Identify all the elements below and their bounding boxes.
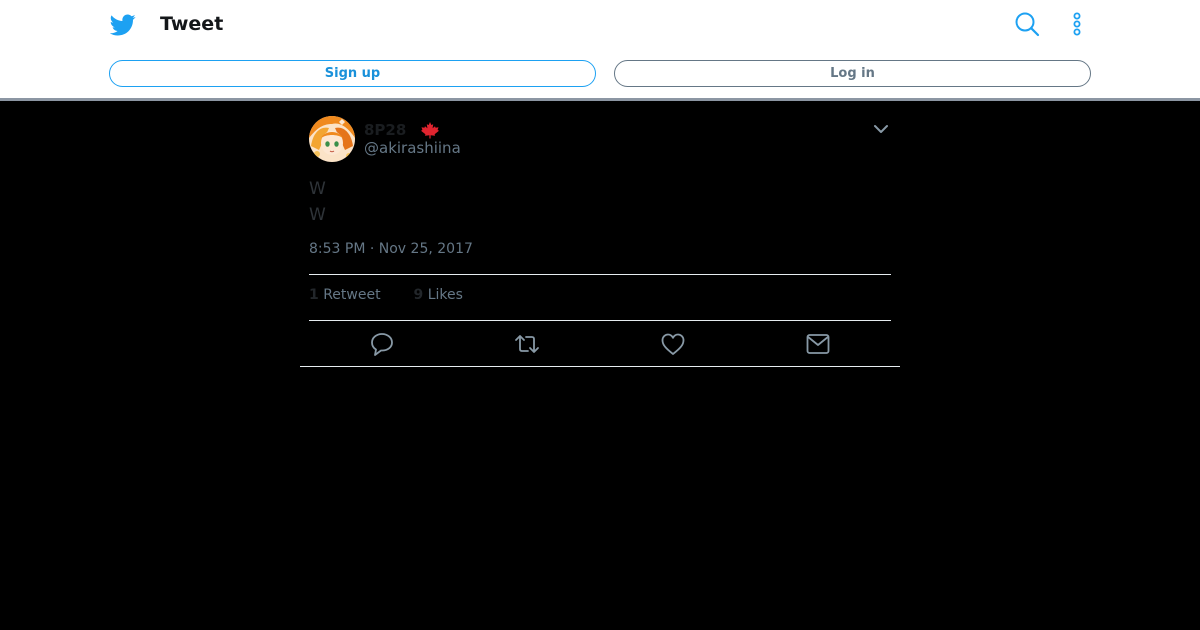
tweet-bottom-divider	[300, 366, 900, 367]
twitter-bird-icon[interactable]	[110, 12, 136, 38]
tweet-text-line: W	[309, 205, 326, 225]
retweet-icon[interactable]	[514, 331, 540, 357]
more-vertical-icon[interactable]	[1066, 11, 1088, 37]
likes-label[interactable]: Likes	[428, 287, 463, 303]
reply-icon[interactable]	[369, 331, 395, 357]
share-message-icon[interactable]	[805, 331, 831, 357]
display-name[interactable]: 8P28	[364, 121, 406, 139]
page-title: Tweet	[160, 13, 224, 35]
tweet-card: 8P28 @akirashiina W W 8:53 PM · Nov 25, …	[300, 101, 900, 367]
log-in-button[interactable]: Log in	[614, 60, 1091, 87]
top-bar: Tweet Sign up Log in	[0, 0, 1200, 98]
tweet-timestamp[interactable]: 8:53 PM · Nov 25, 2017	[309, 241, 473, 257]
user-handle[interactable]: @akirashiina	[364, 139, 461, 157]
like-icon[interactable]	[660, 331, 686, 357]
search-icon[interactable]	[1014, 11, 1040, 37]
canada-flag-icon	[421, 122, 439, 139]
sign-up-button[interactable]: Sign up	[109, 60, 596, 87]
divider	[309, 274, 891, 275]
tweet-text-line: W	[309, 179, 326, 199]
tweet-actions	[300, 331, 900, 359]
divider	[309, 320, 891, 321]
avatar[interactable]	[309, 116, 355, 162]
like-count[interactable]: 9	[413, 287, 423, 303]
tweet-stats: 1 Retweet 9 Likes	[309, 287, 463, 303]
chevron-down-icon[interactable]	[872, 121, 890, 137]
retweet-label[interactable]: Retweet	[323, 287, 380, 303]
retweet-count[interactable]: 1	[309, 287, 319, 303]
